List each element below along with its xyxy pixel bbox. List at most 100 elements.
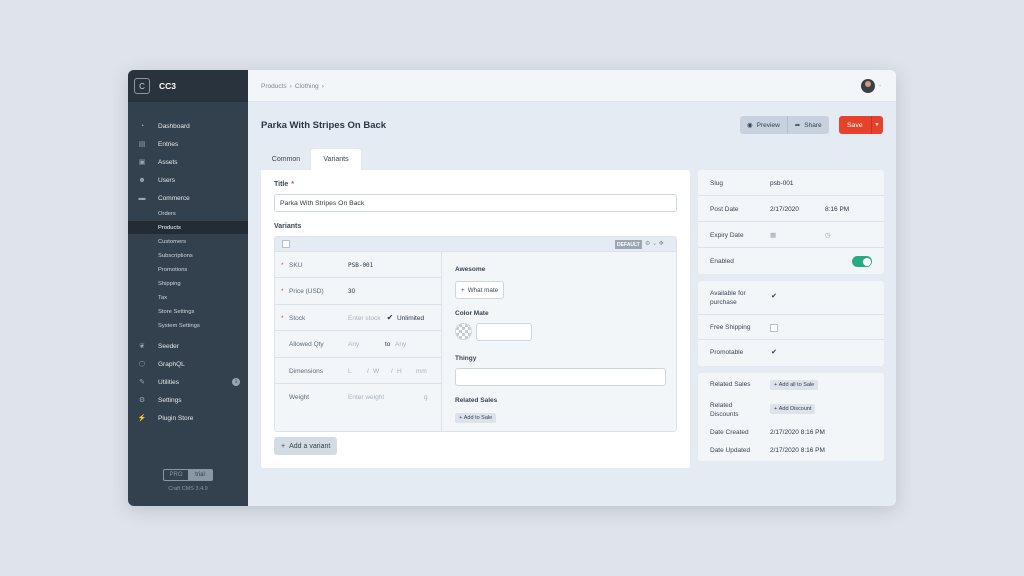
price-row: * Price (USD) 30: [275, 278, 441, 305]
variants-card: Title * Parka With Stripes On Back Varian…: [261, 170, 690, 468]
weight-input[interactable]: Enter weight: [348, 394, 384, 401]
entries-icon: ▤: [138, 141, 146, 148]
nav-users[interactable]: ☻ Users: [128, 173, 248, 187]
clock-icon[interactable]: ◷: [825, 231, 831, 239]
date-updated-row: Date Updated 2/17/2020 8:16 PM: [698, 441, 884, 459]
title-field-label: Title *: [274, 181, 294, 188]
calendar-icon[interactable]: ▦: [770, 231, 776, 239]
save-menu-chevron-icon[interactable]: ▼: [870, 116, 883, 134]
subnav-customers[interactable]: Customers: [128, 235, 248, 248]
available-checkbox[interactable]: ✔: [770, 293, 778, 301]
post-time-input[interactable]: 8:16 PM: [825, 206, 849, 213]
what-mate-label: What mate: [467, 286, 499, 294]
add-variant-label: Add a variant: [289, 442, 331, 450]
avatar[interactable]: [861, 79, 875, 93]
add-variant-button[interactable]: + Add a variant: [274, 437, 338, 455]
slug-row: Slug psb-001: [698, 170, 884, 196]
subnav-shipping[interactable]: Shipping: [128, 277, 248, 290]
weight-row: Weight Enter weight g: [275, 384, 441, 413]
nav-assets[interactable]: ▣ Assets: [128, 155, 248, 169]
subnav-label: Store Settings: [158, 308, 195, 315]
chevron-down-icon[interactable]: ⌄: [878, 82, 882, 88]
sku-row: * SKU PSB-001: [275, 252, 441, 278]
subnav-promotions[interactable]: Promotions: [128, 263, 248, 276]
add-discount-button[interactable]: + Add Discount: [770, 404, 816, 414]
default-badge[interactable]: DEFAULT: [615, 240, 642, 249]
breadcrumb-products[interactable]: Products: [261, 83, 287, 90]
nav-utilities[interactable]: ✎ Utilities 1: [128, 375, 248, 389]
slug-input[interactable]: psb-001: [770, 180, 794, 187]
add-all-to-sale-button[interactable]: + Add all to Sale: [770, 380, 819, 390]
expiry-date-label: Expiry Date: [710, 232, 744, 239]
utilities-badge: 1: [232, 378, 240, 386]
chevron-down-icon[interactable]: ⌄: [652, 241, 657, 247]
enabled-toggle[interactable]: [852, 256, 872, 267]
color-swatch[interactable]: [455, 323, 472, 340]
related-sales-label: Related Sales: [455, 397, 498, 404]
dim-sep: /: [367, 368, 369, 375]
edition-badge[interactable]: PRO trial: [163, 469, 213, 481]
post-date-input[interactable]: 2/17/2020: [770, 206, 799, 213]
info-panel: Related Sales + Add all to Sale Related …: [698, 373, 884, 461]
qty-max-input[interactable]: Any: [395, 341, 406, 348]
subnav-store-settings[interactable]: Store Settings: [128, 305, 248, 318]
breadcrumb-separator-icon: ›: [289, 83, 292, 90]
thingy-input[interactable]: [455, 368, 666, 386]
dimensions-label: Dimensions: [289, 368, 323, 375]
subnav-system-settings[interactable]: System Settings: [128, 319, 248, 332]
gear-icon: ⚙: [138, 397, 146, 404]
subnav-label: Subscriptions: [158, 252, 193, 259]
price-input[interactable]: 30: [348, 288, 355, 295]
variants-label: Variants: [274, 223, 302, 230]
qty-min-input[interactable]: Any: [348, 341, 359, 348]
nav-label: Settings: [158, 396, 182, 404]
sku-label: SKU: [289, 262, 303, 269]
nav-dashboard[interactable]: ◔ Dashboard: [128, 119, 248, 133]
required-icon: *: [291, 181, 294, 188]
tab-variants[interactable]: Variants: [311, 149, 361, 170]
dim-width-input[interactable]: W: [373, 368, 379, 375]
tab-common[interactable]: Common: [261, 149, 311, 170]
gear-icon[interactable]: ⚙: [645, 241, 650, 247]
image-icon: ▣: [138, 159, 146, 166]
nav-settings[interactable]: ⚙ Settings: [128, 393, 248, 407]
subnav-products[interactable]: Products: [128, 221, 248, 234]
free-shipping-checkbox[interactable]: [770, 324, 778, 332]
nav-commerce[interactable]: ▬ Commerce: [128, 191, 248, 205]
move-icon[interactable]: ✥: [659, 241, 664, 247]
save-button[interactable]: Save: [839, 116, 871, 134]
dim-length-input[interactable]: L: [348, 368, 352, 375]
color-input[interactable]: [476, 323, 532, 341]
what-mate-button[interactable]: + What mate: [455, 281, 505, 299]
nav-plugin-store[interactable]: ⚡ Plugin Store: [128, 411, 248, 425]
subnav-label: System Settings: [158, 322, 200, 329]
preview-button[interactable]: ◉ Preview: [740, 116, 787, 134]
users-icon: ☻: [138, 176, 146, 184]
breadcrumb-clothing[interactable]: Clothing: [295, 83, 319, 90]
nav-entries[interactable]: ▤ Entries: [128, 137, 248, 151]
related-discounts-label: Related Discounts: [710, 402, 739, 418]
dim-height-input[interactable]: H: [397, 368, 402, 375]
promotable-label: Promotable: [710, 349, 744, 356]
subnav-tax[interactable]: Tax: [128, 291, 248, 304]
title-input[interactable]: Parka With Stripes On Back: [274, 194, 677, 212]
subnav-subscriptions[interactable]: Subscriptions: [128, 249, 248, 262]
nav-label: Plugin Store: [158, 414, 194, 422]
unlimited-label: Unlimited: [397, 315, 425, 322]
promotable-checkbox[interactable]: ✔: [770, 349, 778, 357]
add-to-sale-button[interactable]: + Add to Sale: [455, 413, 497, 423]
variant-controls: ⚙ ⌄ ✥: [645, 240, 664, 247]
nav-graphql[interactable]: ⬡ GraphQL: [128, 357, 248, 371]
add-discount-label: Add Discount: [778, 406, 812, 412]
nav-seeder[interactable]: ❦ Seeder: [128, 339, 248, 353]
site-name[interactable]: CC3: [159, 81, 176, 91]
site-logo[interactable]: C: [134, 78, 150, 94]
save-button-group: Save ▼: [839, 116, 883, 134]
share-icon: ➦: [794, 122, 801, 129]
stock-input[interactable]: Enter stock: [348, 315, 381, 322]
sku-input[interactable]: PSB-001: [348, 262, 373, 269]
subnav-orders[interactable]: Orders: [128, 207, 248, 220]
variant-select-checkbox[interactable]: [282, 240, 290, 248]
unlimited-checkbox[interactable]: ✔: [386, 314, 394, 322]
share-button[interactable]: ➦ Share: [786, 116, 829, 134]
